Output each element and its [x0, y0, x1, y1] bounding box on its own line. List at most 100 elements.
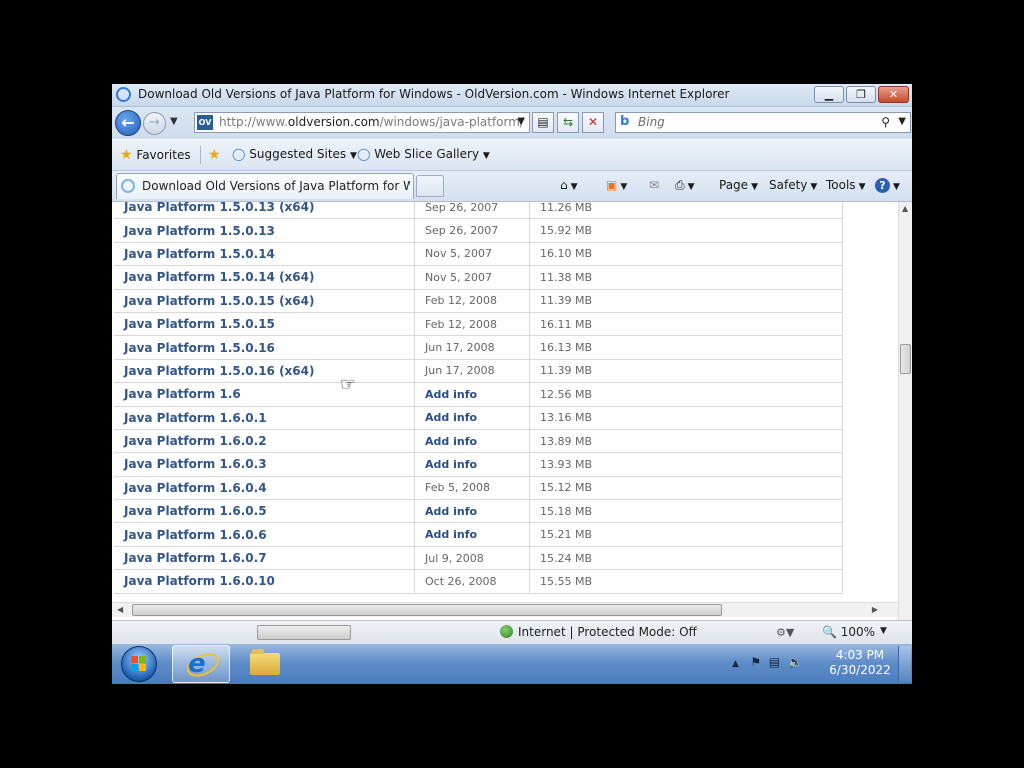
add-info-link[interactable]: Add info	[425, 388, 477, 401]
web-slice-gallery-button[interactable]: ◯ Web Slice Gallery ▼	[357, 147, 490, 161]
version-link[interactable]: Java Platform 1.5.0.16	[124, 341, 275, 355]
table-row: Java Platform 1.6.0.6 Add info 15.21 MB	[114, 522, 843, 547]
version-link[interactable]: Java Platform 1.5.0.13 (x64)	[124, 202, 314, 214]
page-menu[interactable]: Page ▼	[719, 178, 758, 192]
file-size: 15.12 MB	[540, 481, 593, 495]
file-size: 16.13 MB	[540, 341, 593, 355]
version-link[interactable]: Java Platform 1.5.0.13	[124, 224, 275, 238]
zoom-level[interactable]: 🔍 100%	[822, 625, 875, 639]
add-info-link[interactable]: Add info	[425, 505, 477, 518]
print-button[interactable]: ⎙ ▼	[675, 178, 695, 193]
release-date: Nov 5, 2007	[425, 270, 492, 284]
home-button[interactable]: ⌂ ▼	[560, 178, 578, 192]
version-link[interactable]: Java Platform 1.5.0.15 (x64)	[124, 294, 314, 308]
back-button[interactable]: ←	[115, 110, 141, 136]
network-icon[interactable]: ▤	[769, 655, 780, 669]
release-date: Feb 12, 2008	[425, 317, 497, 331]
windows-logo-icon	[131, 656, 147, 672]
version-link[interactable]: Java Platform 1.5.0.15	[124, 317, 275, 331]
table-row: Java Platform 1.6.0.7 Jul 9, 2008 15.24 MB	[114, 546, 843, 571]
favbar-separator	[200, 146, 201, 164]
suggested-sites-button[interactable]: ◯ Suggested Sites ▼	[232, 147, 357, 161]
version-link[interactable]: Java Platform 1.5.0.14	[124, 247, 275, 261]
recent-pages-dropdown-icon[interactable]: ▼	[170, 116, 178, 127]
add-info-link[interactable]: Add info	[425, 411, 477, 424]
scroll-up-icon[interactable]: ▲	[902, 204, 908, 213]
version-link[interactable]: Java Platform 1.6.0.10	[124, 574, 275, 588]
horizontal-scroll-thumb[interactable]	[132, 604, 722, 616]
minimize-button[interactable]: ▁	[814, 86, 844, 103]
version-link[interactable]: Java Platform 1.6.0.4	[124, 481, 267, 495]
forward-button[interactable]: →	[143, 112, 166, 135]
ie-page-icon: ◯	[357, 147, 371, 161]
read-mail-icon[interactable]: ✉	[649, 178, 659, 192]
clock-time: 4:03 PM	[835, 648, 885, 662]
favorites-bar: ★ Favorites ★ ◯ Suggested Sites ▼ ◯ Web …	[112, 140, 912, 171]
folder-icon	[250, 649, 280, 675]
release-date: Oct 26, 2008	[425, 574, 497, 588]
add-info-link[interactable]: Add info	[425, 528, 477, 541]
search-box[interactable]: b Bing ⚲ ▼	[615, 112, 911, 133]
address-bar[interactable]: OV http://www.oldversion.com/windows/jav…	[194, 112, 530, 133]
search-dropdown-icon[interactable]: ▼	[898, 116, 906, 127]
add-info-link[interactable]: Add info	[425, 435, 477, 448]
vertical-scrollbar[interactable]: ▲ ▼	[898, 202, 912, 683]
security-zone[interactable]: Internet | Protected Mode: Off	[500, 625, 697, 639]
versions-table: Java Platform 1.5.0.13 (x64) Sep 26, 2007…	[114, 202, 843, 594]
scroll-right-icon[interactable]: ▶	[872, 605, 878, 614]
close-button[interactable]: ✕	[878, 86, 909, 103]
compatibility-view-icon[interactable]: ▤	[532, 112, 554, 133]
version-link[interactable]: Java Platform 1.6.0.6	[124, 528, 267, 542]
file-size: 12.56 MB	[540, 387, 593, 401]
protected-mode-icon[interactable]: ⚙▼	[776, 626, 794, 639]
feeds-button[interactable]: ▣ ▼	[606, 178, 627, 192]
horizontal-scrollbar[interactable]: ◀ ▶	[112, 602, 898, 617]
tab-active[interactable]: Download Old Versions of Java Platform f…	[116, 173, 414, 199]
action-center-flag-icon[interactable]: ⚑	[750, 655, 761, 669]
favorites-button[interactable]: ★ Favorites	[120, 147, 191, 163]
version-link[interactable]: Java Platform 1.5.0.16 (x64)	[124, 364, 314, 378]
safety-menu[interactable]: Safety ▼	[769, 178, 817, 192]
version-link[interactable]: Java Platform 1.6.0.7	[124, 551, 267, 565]
version-link[interactable]: Java Platform 1.6	[124, 387, 241, 401]
show-hidden-icons[interactable]: ▲	[732, 659, 739, 669]
system-tray: ▲ ⚑ ▤ 🔈	[732, 655, 803, 669]
table-row: Java Platform 1.6.0.4 Feb 5, 2008 15.12 MB	[114, 476, 843, 501]
add-info-link[interactable]: Add info	[425, 458, 477, 471]
help-menu[interactable]: ? ▼	[875, 178, 900, 193]
version-link[interactable]: Java Platform 1.6.0.5	[124, 504, 267, 518]
internet-globe-icon	[500, 625, 513, 638]
file-size: 15.55 MB	[540, 574, 593, 588]
address-row: ← → ▼ OV http://www.oldversion.com/windo…	[112, 107, 912, 139]
version-link[interactable]: Java Platform 1.5.0.14 (x64)	[124, 270, 314, 284]
address-url[interactable]: http://www.oldversion.com/windows/java-p…	[219, 115, 524, 129]
maximize-button[interactable]: ❐	[846, 86, 876, 103]
taskbar-clock[interactable]: 4:03 PM 6/30/2022	[828, 648, 892, 678]
table-row: Java Platform 1.5.0.14 (x64) Nov 5, 2007 1…	[114, 265, 843, 290]
start-button[interactable]	[121, 646, 157, 682]
search-icon[interactable]: ⚲	[881, 115, 890, 129]
address-dropdown-icon[interactable]: ▼	[517, 116, 525, 127]
file-size: 13.93 MB	[540, 457, 593, 471]
loading-icon	[121, 179, 135, 193]
taskbar-internet-explorer[interactable]: e	[172, 645, 230, 683]
file-size: 13.16 MB	[540, 411, 593, 425]
tools-menu[interactable]: Tools ▼	[826, 178, 865, 192]
volume-icon[interactable]: 🔈	[788, 655, 803, 669]
stop-icon[interactable]: ✕	[582, 112, 604, 133]
version-link[interactable]: Java Platform 1.6.0.1	[124, 411, 267, 425]
table-row: Java Platform 1.5.0.16 Jun 17, 2008 16.13 …	[114, 335, 843, 360]
zoom-dropdown-icon[interactable]: ▼	[880, 626, 887, 636]
release-date: Nov 5, 2007	[425, 247, 492, 261]
release-date: Feb 5, 2008	[425, 481, 490, 495]
version-link[interactable]: Java Platform 1.6.0.3	[124, 457, 267, 471]
add-to-favorites-bar-icon[interactable]: ★	[208, 147, 221, 163]
refresh-icon[interactable]: ⇆	[557, 112, 579, 133]
show-desktop-button[interactable]	[898, 646, 911, 682]
vertical-scroll-thumb[interactable]	[900, 344, 911, 374]
new-tab-button[interactable]	[416, 175, 444, 197]
release-date: Sep 26, 2007	[425, 202, 499, 214]
taskbar-windows-explorer[interactable]	[246, 645, 304, 683]
scroll-left-icon[interactable]: ◀	[117, 605, 123, 614]
version-link[interactable]: Java Platform 1.6.0.2	[124, 434, 267, 448]
